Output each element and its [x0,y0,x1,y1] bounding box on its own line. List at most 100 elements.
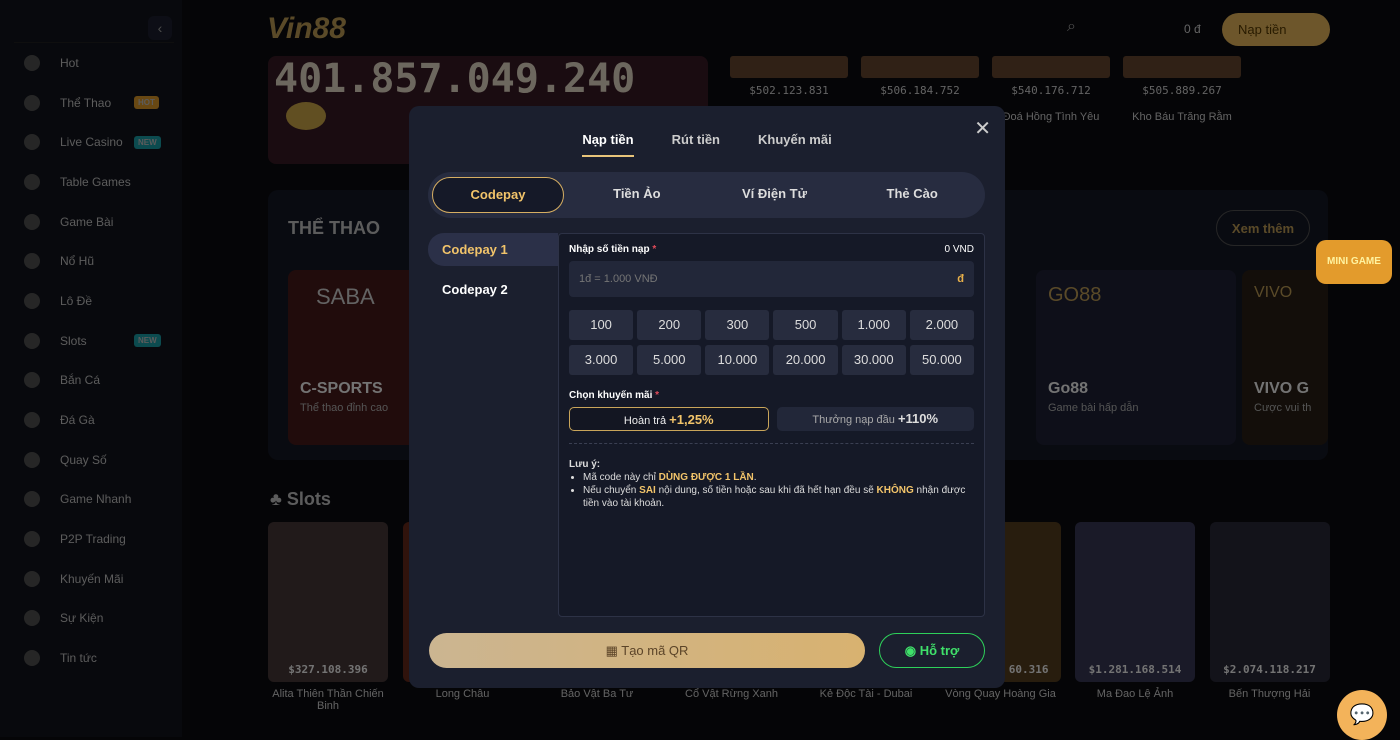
method-crypto[interactable]: Tiền Ảo [568,177,706,213]
sidebar-item[interactable]: Tin tức [14,638,174,678]
card-subtitle: Cược vui th [1254,402,1312,414]
jackpot-amount: $502.123.831 [749,84,829,97]
top-game-card[interactable]: $502.123.831 [730,56,848,111]
chat-icon[interactable]: 💬 [1337,690,1387,740]
sub-method-codepay-2[interactable]: Codepay 2 [428,273,558,306]
tab-deposit[interactable]: Nạp tiền [582,132,634,157]
promo-label: Chọn khuyến mãi [569,390,653,401]
top-game-card[interactable]: $505.889.267 Kho Báu Trăng Rằm [1123,56,1241,123]
sidebar-item[interactable]: Thể Thao HOT [14,83,174,123]
sidebar-menu: Hot Thể Thao HOT Live Casino NEW Table Games G… [14,42,174,678]
slot-card[interactable]: $2.074.118.217 Bến Thượng Hải [1209,522,1330,700]
amount-preset-button[interactable]: 500 [773,310,838,340]
menu-icon [24,54,40,71]
tab-withdraw[interactable]: Rút tiền [672,132,720,157]
amount-preset-button[interactable]: 10.000 [705,345,770,375]
game-thumbnail [861,56,979,78]
sidebar-item[interactable]: Khuyến Mãi [14,559,174,599]
divider [569,443,974,444]
top-game-card[interactable]: $540.176.712 Đoá Hồng Tình Yêu [992,56,1110,123]
slot-thumbnail: $1.281.168.514 [1075,522,1195,682]
menu-icon [24,213,40,230]
slot-name: Bảo Vật Ba Tư [560,688,634,700]
amount-preset-button[interactable]: 20.000 [773,345,838,375]
promo-cashback[interactable]: Hoàn trả +1,25% [569,407,769,431]
collapse-sidebar-button[interactable]: ‹ [148,16,172,40]
amount-preset-button[interactable]: 100 [569,310,634,340]
sidebar-item[interactable]: Game Nhanh [14,480,174,520]
game-thumbnail [1123,56,1241,78]
amount-preset-button[interactable]: 2.000 [909,310,974,340]
menu-icon [24,94,40,111]
sidebar-item[interactable]: Slots NEW [14,321,174,361]
header-deposit-button[interactable]: Nạp tiền [1222,13,1330,46]
sidebar-item[interactable]: Table Games [14,162,174,202]
amount-input[interactable] [579,273,879,285]
card-logo: VIVO [1254,284,1293,301]
amount-preset-button[interactable]: 50.000 [909,345,974,375]
amount-preset-button[interactable]: 30.000 [841,345,906,375]
slots-title: ♣ Slots [270,489,331,509]
sub-method-codepay-1[interactable]: Codepay 1 [428,233,558,266]
amount-preset-button[interactable]: 5.000 [637,345,702,375]
menu-icon [24,531,40,548]
menu-icon [24,412,40,429]
sidebar-item-label: Sự Kiện [60,611,104,626]
note-title: Lưu ý: [569,459,601,470]
sidebar-item[interactable]: Hot [14,43,174,83]
sidebar-item[interactable]: Lô Đề [14,281,174,321]
card-logo: SABA [316,284,375,309]
card-subtitle: Game bài hấp dẫn [1048,402,1139,414]
method-ewallet[interactable]: Ví Điện Tử [706,177,844,213]
sidebar-item[interactable]: Game Bài [14,202,174,242]
slot-name: Vòng Quay Hoàng Gia [945,688,1056,700]
sidebar-item-label: P2P Trading [60,532,126,547]
tab-promotions[interactable]: Khuyến mãi [758,132,832,157]
sidebar-item-label: Slots [60,333,87,348]
support-button[interactable]: ◉ Hỗ trợ [879,633,985,668]
qr-label: Tạo mã QR [621,643,689,658]
sidebar-item[interactable]: Sự Kiện [14,599,174,639]
logo[interactable]: Vin88 [267,12,346,46]
mini-game-button[interactable]: MINI GAME [1316,240,1392,284]
amount-preset-button[interactable]: 3.000 [569,345,634,375]
sub-method-list: Codepay 1 Codepay 2 [428,233,558,313]
slot-thumbnail: $2.074.118.217 [1209,522,1330,682]
method-card[interactable]: Thẻ Cào [843,177,981,213]
sidebar: ‹ Hot Thể Thao HOT Live Casino NEW Table Game… [0,0,182,737]
amount-preset-button[interactable]: 300 [705,310,770,340]
amount-preset-button[interactable]: 1.000 [841,310,906,340]
menu-icon [24,491,40,508]
create-qr-button[interactable]: ▦ Tạo mã QR [429,633,865,668]
jackpot-amount: $505.889.267 [1142,84,1222,97]
slot-name: Kẻ Độc Tài - Dubai [819,688,913,700]
slot-thumbnail: $327.108.396 [268,522,388,682]
sidebar-item[interactable]: Quay Số [14,440,174,480]
menu-icon [24,372,40,389]
slot-name: Ma Đao Lệ Ảnh [1096,688,1174,700]
amount-label: Nhập số tiền nạp [569,244,650,255]
method-codepay[interactable]: Codepay [432,177,564,213]
sidebar-item[interactable]: Bắn Cá [14,361,174,401]
sidebar-item[interactable]: Đá Gà [14,400,174,440]
sidebar-item[interactable]: P2P Trading [14,519,174,559]
jackpot-amount: $1.281.168.514 [1088,663,1182,676]
jackpot-amount: $540.176.712 [1011,84,1091,97]
sidebar-item-label: Nổ Hũ [60,254,95,269]
promo-name: Hoàn trả [623,415,667,427]
sport-card[interactable]: VIVO VIVO G Cược vui th [1242,270,1328,445]
top-game-card[interactable]: $506.184.752 [861,56,979,111]
search-icon[interactable]: ⌕ [1067,18,1076,36]
sport-card[interactable]: GO88 Go88 Game bài hấp dẫn [1036,270,1236,445]
menu-icon [24,451,40,468]
sidebar-item[interactable]: Nổ Hũ [14,241,174,281]
slot-card[interactable]: $1.281.168.514 Ma Đao Lệ Ảnh [1075,522,1195,700]
amount-field[interactable]: đ [569,261,974,297]
deposit-form: Nhập số tiền nạp * 0 VND đ 1002003005001.… [558,233,985,617]
amount-preset-button[interactable]: 200 [637,310,702,340]
see-more-button[interactable]: Xem thêm [1216,210,1310,246]
jackpot-amount: $327.108.396 [288,663,368,676]
promo-first-deposit[interactable]: Thưởng nạp đầu +110% [776,407,974,431]
sidebar-item[interactable]: Live Casino NEW [14,122,174,162]
slot-card[interactable]: $327.108.396 Alita Thiên Thần Chiến Binh [268,522,388,712]
